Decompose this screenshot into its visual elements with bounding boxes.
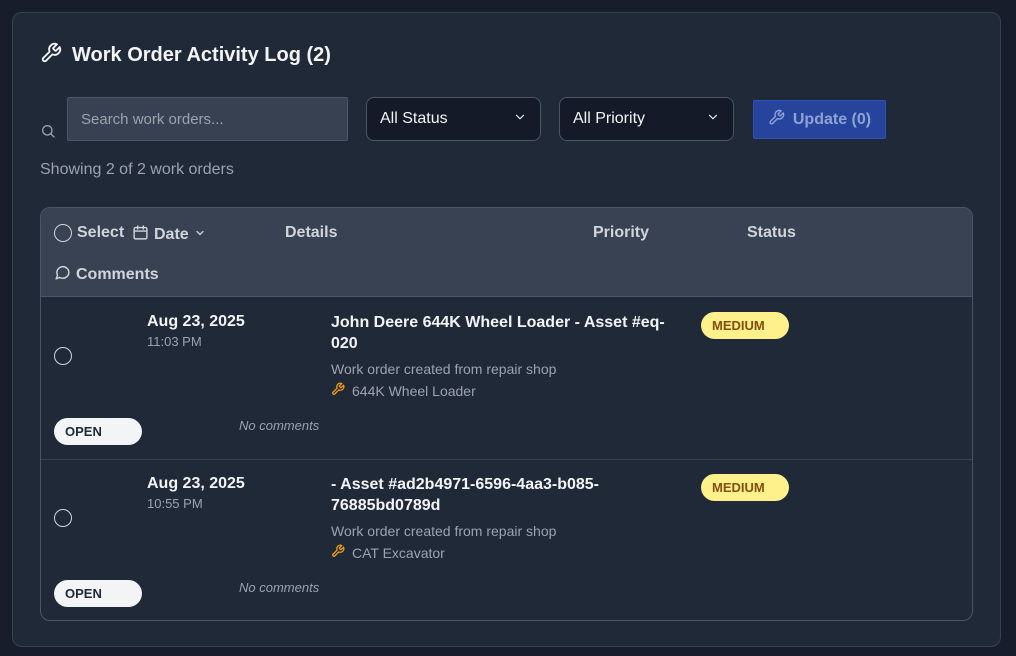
row-title: John Deere 644K Wheel Loader - Asset #eq… [331,312,691,354]
priority-column-header: Priority [593,224,650,241]
row-title-line1: - Asset #ad2b4971-6596-4aa3-b085- [331,476,600,493]
select-column-label: Select [77,224,125,241]
update-button[interactable]: Update (0) [753,100,886,139]
date-column-label: Date [154,226,189,243]
row-time: 10:55 PM [147,496,203,511]
status-badge: OPEN [54,580,142,607]
row-date: Aug 23, 2025 [147,475,245,492]
row-title-line2: 76885bd0789d [331,497,441,514]
comments-column-header: Comments [54,264,159,286]
chevron-down-icon [194,226,206,244]
status-column-header: Status [747,224,796,241]
comments-column-label: Comments [76,266,159,283]
row-title-line1: John Deere 644K Wheel Loader - Asset #eq… [331,314,665,331]
update-button-label: Update (0) [792,110,872,128]
select-all-checkbox[interactable] [54,224,72,242]
results-summary: Showing 2 of 2 work orders [40,161,234,178]
message-circle-icon [54,264,71,286]
row-select-checkbox[interactable] [54,509,72,527]
details-column-header: Details [285,224,338,241]
priority-filter-select[interactable]: All Priority [559,97,734,141]
wrench-icon [40,42,62,69]
row-asset: 644K Wheel Loader [331,382,476,399]
row-description: Work order created from repair shop [331,361,557,377]
row-asset: CAT Excavator [331,544,445,561]
select-all-header[interactable]: Select [54,224,124,242]
wrench-icon [331,382,345,399]
row-time: 11:03 PM [147,334,202,349]
row-asset-name: CAT Excavator [352,544,445,561]
page-header: Work Order Activity Log (2) [40,41,331,69]
row-select-checkbox[interactable] [54,347,72,365]
date-sort-header[interactable]: Date [132,224,206,246]
priority-badge: MEDIUM [701,312,789,339]
page-title: Work Order Activity Log (2) [72,43,331,66]
row-description: Work order created from repair shop [331,523,557,539]
status-filter-value: All Status [380,110,448,127]
table-header: Select Date Details Priority Status Comm… [41,208,972,297]
priority-filter-value: All Priority [573,110,646,127]
row-comments: No comments [239,418,320,433]
table-row[interactable]: Aug 23, 2025 10:55 PM - Asset #ad2b4971-… [41,459,972,620]
status-badge: OPEN [54,418,142,445]
chevron-down-icon [513,110,527,129]
table-row[interactable]: Aug 23, 2025 11:03 PM John Deere 644K Wh… [41,297,972,459]
status-filter-select[interactable]: All Status [366,97,541,141]
row-title: - Asset #ad2b4971-6596-4aa3-b085- 76885b… [331,474,691,516]
wrench-icon [768,109,785,131]
search-icon [40,123,56,139]
row-title-line2: 020 [331,335,358,352]
work-orders-table: Select Date Details Priority Status Comm… [40,207,973,621]
chevron-down-icon [706,110,720,129]
work-order-card: Work Order Activity Log (2) All Status A… [12,12,1001,647]
row-comments: No comments [239,580,320,595]
search-input[interactable] [67,97,348,141]
calendar-icon [132,224,149,246]
priority-badge: MEDIUM [701,474,789,501]
wrench-icon [331,544,345,561]
row-date: Aug 23, 2025 [147,313,245,330]
row-asset-name: 644K Wheel Loader [352,382,476,399]
